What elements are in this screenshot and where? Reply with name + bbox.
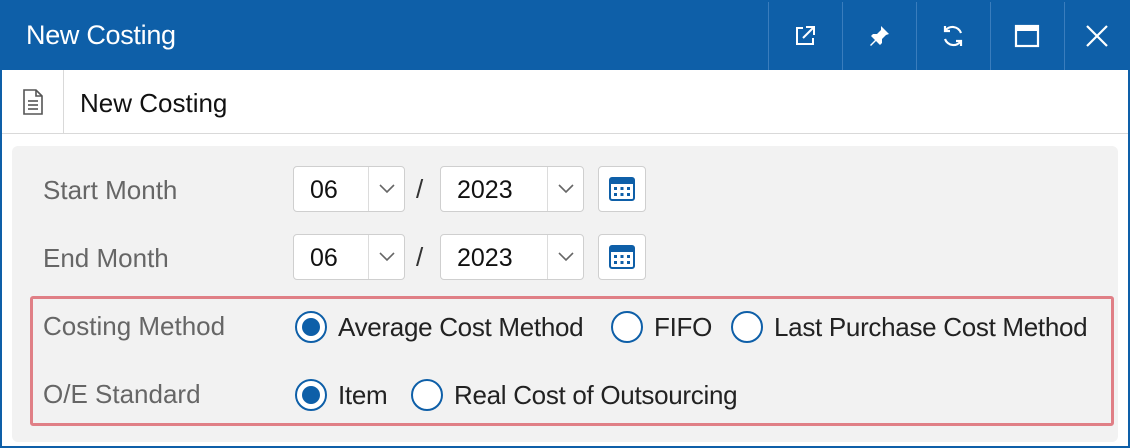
radio-unselected-icon (411, 379, 443, 411)
radio-average-cost-method[interactable]: Average Cost Method (295, 309, 584, 345)
popout-button[interactable] (768, 2, 841, 70)
end-month-label: End Month (43, 243, 169, 273)
start-year-select[interactable]: 2023 (440, 166, 584, 212)
chevron-down-icon (368, 167, 404, 211)
chevron-down-icon (547, 167, 583, 211)
radio-unselected-icon (611, 311, 643, 343)
document-icon-cell (2, 70, 64, 134)
costing-method-label: Costing Method (43, 311, 226, 341)
close-button[interactable] (1064, 2, 1128, 70)
window-title: New Costing (26, 20, 176, 50)
end-month-value: 06 (310, 244, 338, 272)
radio-label: Last Purchase Cost Method (774, 311, 1088, 342)
radio-fifo[interactable]: FIFO (611, 309, 712, 345)
end-year-select[interactable]: 2023 (440, 234, 584, 280)
start-calendar-button[interactable] (598, 166, 646, 212)
radio-label: Real Cost of Outsourcing (454, 379, 738, 410)
document-title: New Costing (80, 88, 228, 118)
radio-label: Item (338, 379, 388, 410)
maximize-button[interactable] (990, 2, 1063, 70)
start-month-select[interactable]: 06 (293, 166, 405, 212)
oe-standard-label: O/E Standard (43, 379, 201, 409)
costing-window: New Costing New Costing Start Month 06 /… (0, 0, 1130, 448)
end-calendar-button[interactable] (598, 234, 646, 280)
close-icon (1085, 25, 1108, 47)
title-bar: New Costing (2, 2, 1128, 70)
external-link-icon (796, 26, 815, 45)
start-year-value: 2023 (457, 176, 513, 204)
date-separator: / (416, 174, 424, 204)
start-month-label: Start Month (43, 175, 178, 205)
radio-label: FIFO (654, 311, 713, 342)
document-header: New Costing (2, 70, 1128, 134)
end-month-select[interactable]: 06 (293, 234, 405, 280)
calendar-icon (609, 245, 635, 269)
document-icon (22, 89, 43, 115)
chevron-down-icon (368, 235, 404, 279)
radio-selected-icon (295, 379, 327, 411)
radio-unselected-icon (731, 311, 763, 343)
radio-selected-icon (295, 311, 327, 343)
radio-last-purchase-cost-method[interactable]: Last Purchase Cost Method (731, 309, 1088, 345)
radio-item[interactable]: Item (295, 377, 388, 413)
start-month-value: 06 (310, 176, 338, 204)
maximize-icon (1014, 24, 1040, 48)
radio-label: Average Cost Method (338, 311, 584, 342)
end-year-value: 2023 (457, 244, 513, 272)
calendar-icon (609, 177, 635, 201)
chevron-down-icon (547, 235, 583, 279)
pin-button[interactable] (842, 2, 915, 70)
date-separator: / (416, 242, 424, 272)
pin-icon (870, 26, 889, 46)
refresh-icon (943, 25, 963, 47)
refresh-button[interactable] (916, 2, 989, 70)
radio-real-cost-of-outsourcing[interactable]: Real Cost of Outsourcing (411, 377, 738, 413)
